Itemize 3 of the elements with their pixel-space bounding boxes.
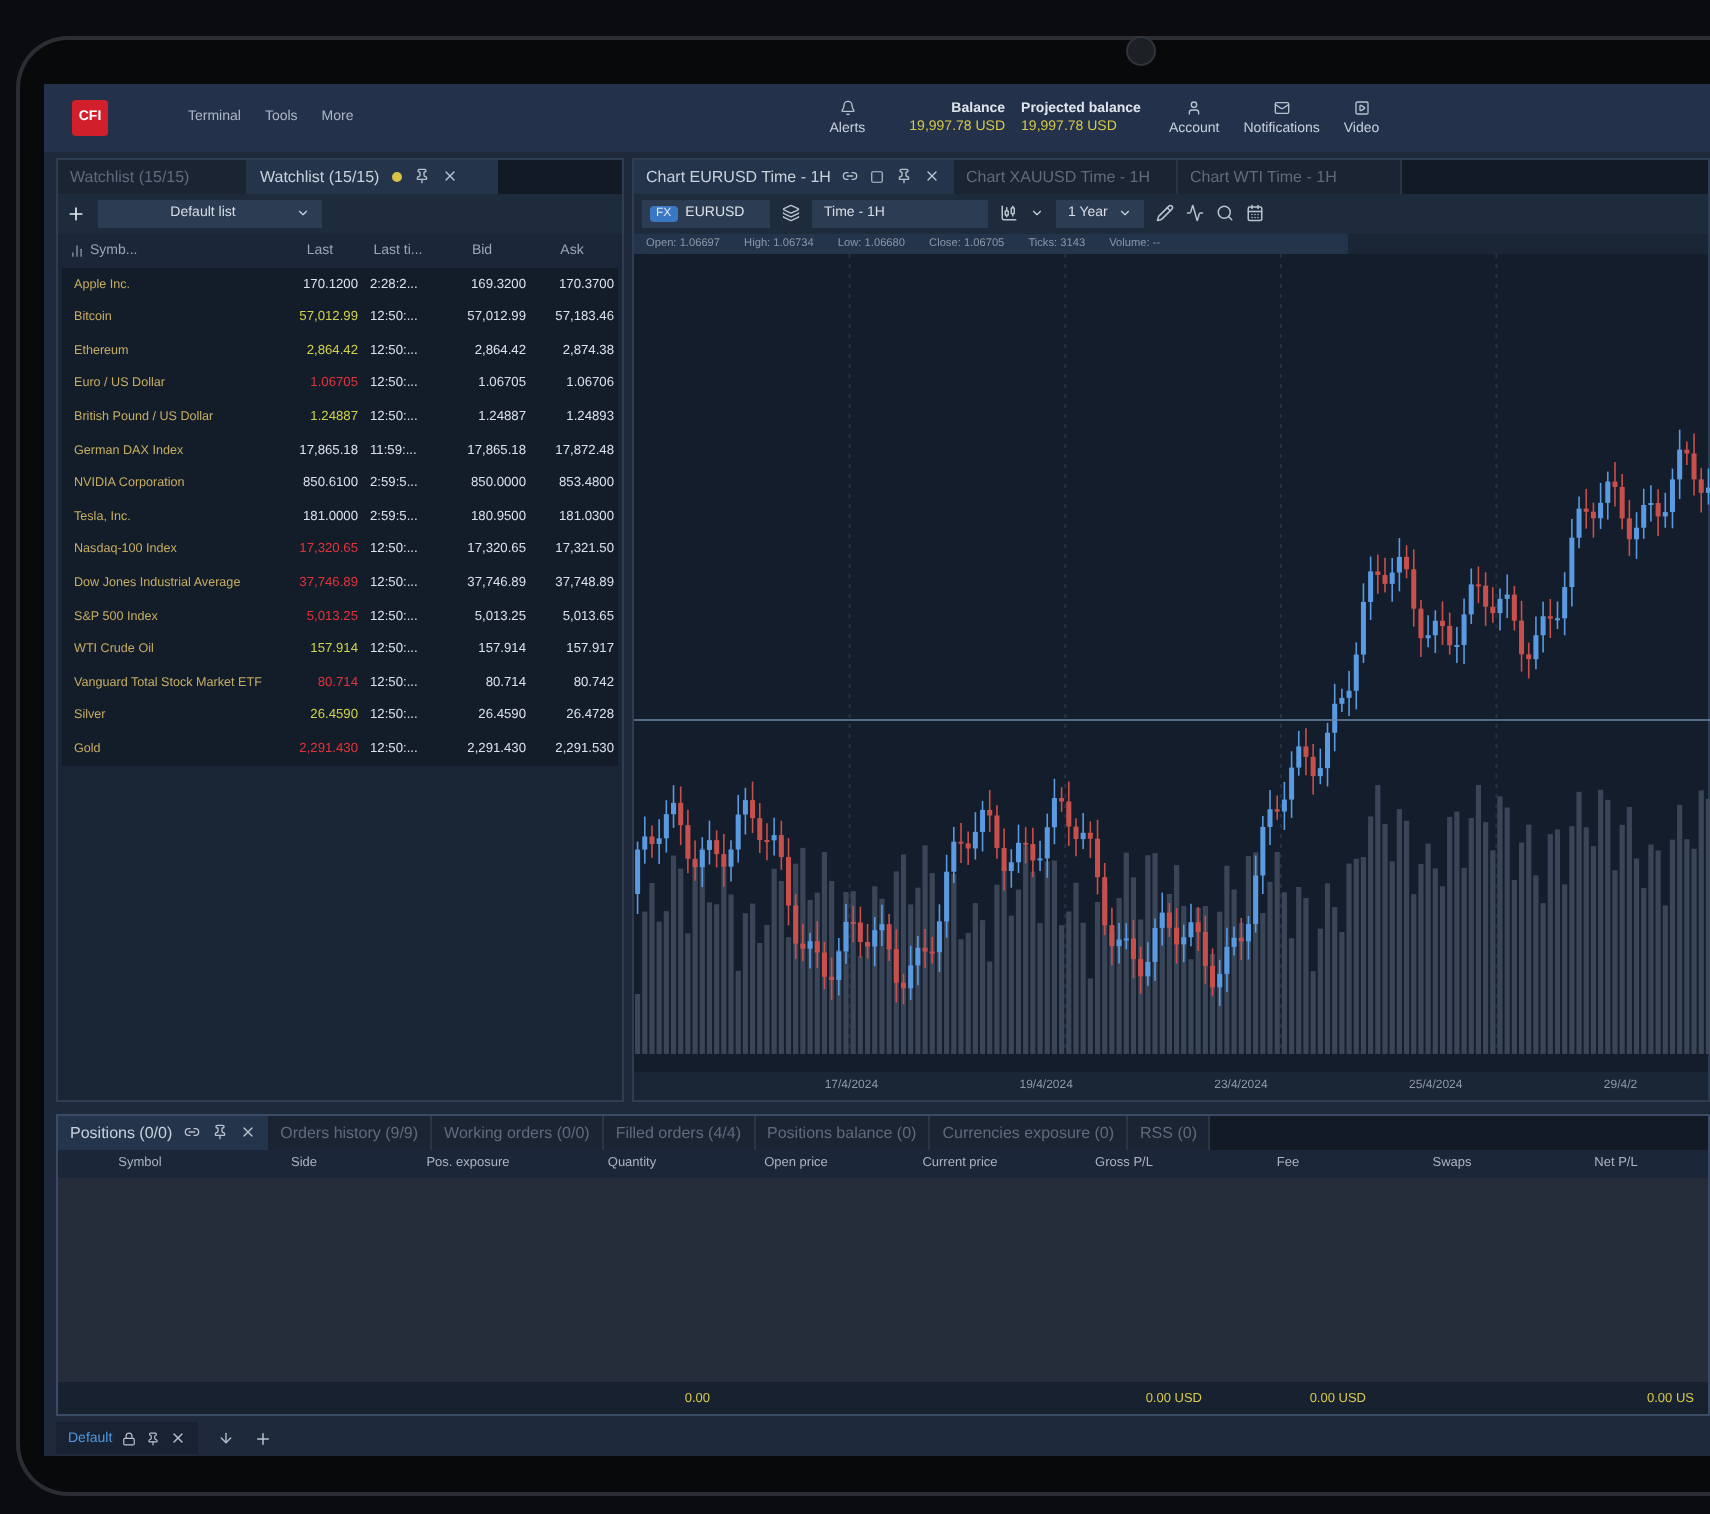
watchlist-tab[interactable]: Watchlist (15/15) [248, 159, 498, 194]
positions-tab[interactable]: Positions (0/0) [58, 1115, 269, 1150]
chart-tab[interactable]: Chart EURUSD Time - 1H [634, 159, 954, 194]
